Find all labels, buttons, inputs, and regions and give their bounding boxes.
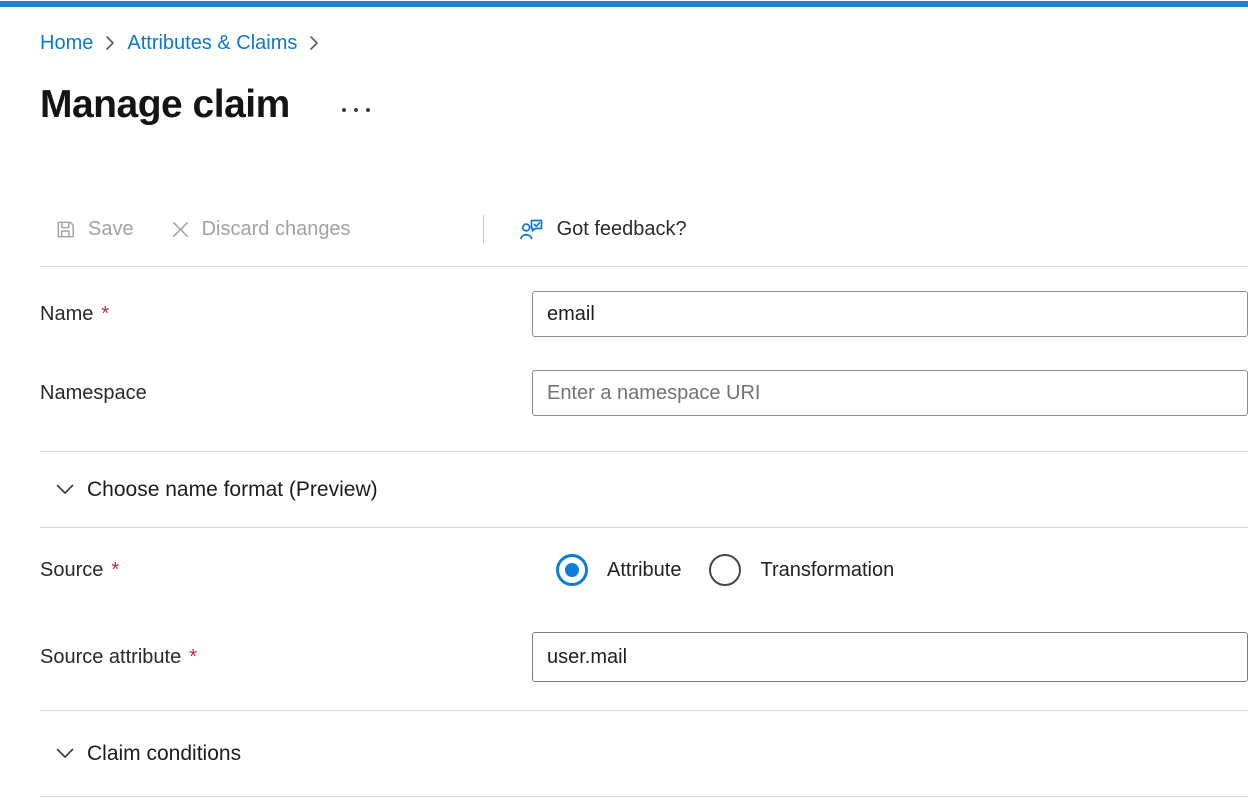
- breadcrumb-home-link[interactable]: Home: [40, 30, 93, 56]
- page-title: Manage claim: [40, 83, 290, 127]
- source-attribute-field-label: Source attribute *: [40, 646, 532, 669]
- divider: [40, 527, 1248, 528]
- command-bar: Save Discard changes Got feedback?: [40, 210, 1248, 248]
- more-options-icon[interactable]: [342, 108, 370, 112]
- source-radio-group: Attribute Transformation: [556, 554, 894, 586]
- got-feedback-label: Got feedback?: [557, 218, 687, 241]
- name-label-text: Name: [40, 303, 93, 326]
- source-label-text: Source: [40, 559, 103, 582]
- required-asterisk: *: [101, 303, 109, 326]
- save-button[interactable]: Save: [40, 213, 148, 246]
- feedback-person-icon: [518, 216, 546, 242]
- toolbar-separator: [483, 215, 484, 244]
- discard-changes-button[interactable]: Discard changes: [156, 213, 365, 246]
- chevron-right-icon: [105, 35, 115, 51]
- section-choose-name-format[interactable]: Choose name format (Preview): [40, 452, 1248, 527]
- source-field-row: Source * Attribute Transformation: [40, 546, 1248, 594]
- title-row: Manage claim: [40, 80, 1248, 130]
- breadcrumb-attributes-claims-link[interactable]: Attributes & Claims: [127, 30, 297, 56]
- save-button-label: Save: [88, 218, 134, 241]
- namespace-field-row: Namespace: [40, 370, 1248, 416]
- name-field-row: Name *: [40, 291, 1248, 337]
- manage-claim-blade: Home Attributes & Claims Manage claim Sa…: [0, 30, 1248, 797]
- divider: [40, 266, 1248, 267]
- chevron-down-icon: [56, 748, 74, 759]
- source-field-label: Source *: [40, 559, 556, 582]
- dismiss-x-icon: [170, 219, 191, 240]
- radio-label-transformation: Transformation: [760, 559, 894, 582]
- namespace-input[interactable]: [532, 370, 1248, 416]
- chevron-down-icon: [56, 484, 74, 495]
- section-claim-conditions[interactable]: Claim conditions: [40, 711, 1248, 796]
- source-attribute-field-row: Source attribute *: [40, 632, 1248, 682]
- chevron-right-icon: [309, 35, 319, 51]
- namespace-label-text: Namespace: [40, 382, 147, 405]
- required-asterisk: *: [189, 646, 197, 669]
- radio-button-transformation[interactable]: [709, 554, 741, 586]
- name-input[interactable]: [532, 291, 1248, 337]
- breadcrumb: Home Attributes & Claims: [40, 30, 1248, 56]
- namespace-field-label: Namespace: [40, 382, 532, 405]
- top-accent-bar: [0, 1, 1248, 7]
- divider: [40, 796, 1248, 797]
- radio-label-attribute: Attribute: [607, 559, 681, 582]
- source-attribute-input[interactable]: [532, 632, 1248, 682]
- radio-option-transformation[interactable]: Transformation: [709, 554, 894, 586]
- discard-changes-label: Discard changes: [202, 218, 351, 241]
- required-asterisk: *: [111, 559, 119, 582]
- save-icon: [54, 218, 77, 241]
- got-feedback-button[interactable]: Got feedback?: [504, 211, 701, 247]
- section-claim-conditions-label: Claim conditions: [87, 742, 241, 766]
- radio-button-attribute[interactable]: [556, 554, 588, 586]
- name-field-label: Name *: [40, 303, 532, 326]
- radio-option-attribute[interactable]: Attribute: [556, 554, 681, 586]
- section-choose-name-format-label: Choose name format (Preview): [87, 478, 378, 502]
- source-attribute-label-text: Source attribute: [40, 646, 181, 669]
